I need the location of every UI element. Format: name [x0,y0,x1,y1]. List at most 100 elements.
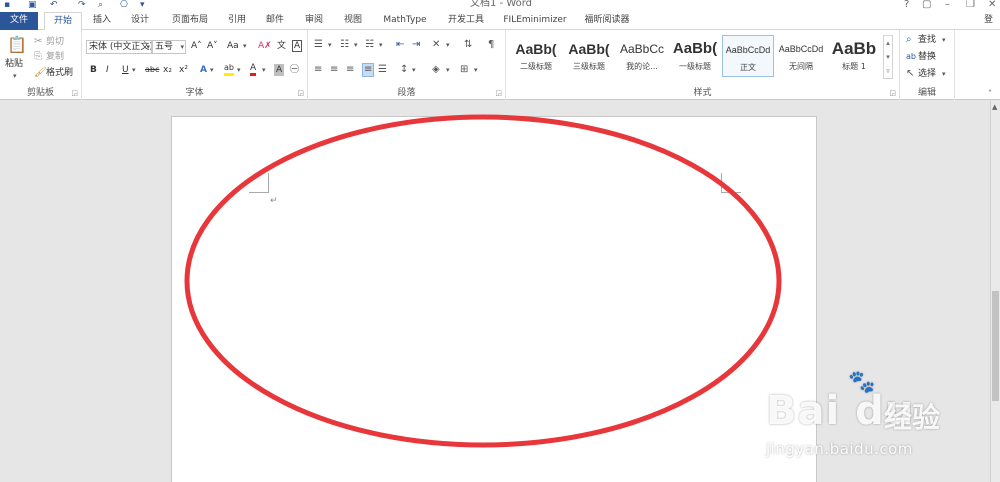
text-effects-dropdown-icon[interactable]: ▾ [210,64,214,76]
replace-button[interactable]: 替换 [918,51,936,63]
multilevel-dropdown-icon[interactable]: ▾ [379,39,383,51]
scroll-up-icon[interactable]: ▲ [992,103,997,111]
bullets-icon[interactable]: ☰ [314,39,323,51]
shrink-font-button[interactable]: A˅ [207,40,218,52]
copy-icon[interactable]: ⎘ [34,51,42,63]
sort-icon[interactable]: ⇅ [464,39,472,51]
increase-indent-icon[interactable]: ⇥ [412,39,420,51]
font-launcher-icon[interactable]: ◲ [297,89,304,97]
grow-font-button[interactable]: A˄ [191,40,202,52]
tab-fileminimizer[interactable]: FILEminimizer [502,12,568,30]
tab-design[interactable]: 设计 [128,12,152,30]
italic-button[interactable]: I [106,64,109,76]
paragraph-launcher-icon[interactable]: ◲ [495,89,502,97]
align-right-icon[interactable]: ≡ [346,64,354,76]
style-heading-2[interactable]: AaBb( 二级标题 [510,35,562,77]
restore-icon[interactable]: ❐ [966,0,975,10]
gallery-down-icon[interactable]: ▾ [884,50,892,64]
ribbon-display-icon[interactable]: ▢ [922,0,931,10]
gallery-up-icon[interactable]: ▴ [884,36,892,50]
shading-dropdown-icon[interactable]: ▾ [446,64,450,76]
strikethrough-button[interactable]: abc [145,64,159,76]
multilevel-list-icon[interactable]: ☵ [365,39,374,51]
font-color-button[interactable]: A [250,63,257,76]
bullets-dropdown-icon[interactable]: ▾ [328,39,332,51]
tab-view[interactable]: 视图 [341,12,365,30]
enclose-characters-button[interactable]: ㊀ [290,64,299,76]
tab-references[interactable]: 引用 [225,12,249,30]
clipboard-launcher-icon[interactable]: ◲ [71,89,78,97]
document-page[interactable]: ↵ [171,116,817,482]
tab-insert[interactable]: 插入 [90,12,114,30]
superscript-button[interactable]: x² [179,64,188,76]
decrease-indent-icon[interactable]: ⇤ [396,39,404,51]
tab-developer[interactable]: 开发工具 [444,12,488,30]
subscript-button[interactable]: x₂ [163,64,172,76]
find-button[interactable]: 查找 [918,34,936,46]
change-case-button[interactable]: Aa [227,40,239,52]
copy-button[interactable]: 复制 [46,51,64,63]
bold-button[interactable]: B [90,64,97,76]
format-painter-button[interactable]: 格式刷 [46,67,73,79]
font-name-dropdown-icon[interactable]: ▾ [146,41,150,53]
tab-file[interactable]: 文件 [0,12,38,30]
justify-icon[interactable]: ≡ [362,63,375,77]
redo-icon[interactable]: ↷ [78,0,86,10]
change-case-dropdown-icon[interactable]: ▾ [243,40,247,52]
style-my-thesis[interactable]: AaBbCc 我的论... [616,35,668,77]
paste-button[interactable]: 粘贴 [5,58,23,70]
font-size-combo[interactable]: 五号 ▾ [152,40,186,54]
print-preview-icon[interactable]: ⌕ [98,0,103,10]
character-shading-button[interactable]: A [274,64,285,76]
style-heading-3[interactable]: AaBb( 三级标题 [563,35,615,77]
clear-format-button[interactable]: A✗ [258,40,272,52]
numbering-icon[interactable]: ☷ [340,39,349,51]
font-name-combo[interactable]: 宋体 (中文正文) ▾ [86,40,152,54]
undo-icon[interactable]: ↶ [50,0,58,10]
minimize-icon[interactable]: – [945,0,950,10]
chinese-layout-icon[interactable]: ✕ [432,39,440,51]
vertical-scrollbar[interactable]: ▲ [990,101,1000,482]
tab-mathtype[interactable]: MathType [380,12,430,30]
find-icon[interactable]: ⌕ [906,34,912,46]
find-dropdown-icon[interactable]: ▾ [942,34,946,46]
highlight-button[interactable]: ab [224,63,234,76]
font-color-dropdown-icon[interactable]: ▾ [262,64,266,76]
style-heading-1-custom[interactable]: AaBb( 一级标题 [669,35,721,77]
custom-command-icon[interactable]: ⎔ [120,0,128,10]
cut-button[interactable]: 剪切 [46,36,64,48]
quick-save-icon[interactable]: ▣ [28,0,37,10]
save-icon[interactable]: ▪ [4,0,10,10]
text-effects-button[interactable]: A [200,64,207,76]
style-heading-1[interactable]: AaBb 标题 1 [828,35,880,77]
select-dropdown-icon[interactable]: ▾ [942,68,946,80]
replace-icon[interactable]: ab [906,51,916,63]
paste-dropdown-icon[interactable]: ▾ [13,70,17,82]
align-left-icon[interactable]: ≡ [314,64,322,76]
paste-icon[interactable]: 📋 [7,36,27,54]
character-border-button[interactable]: A [292,40,303,52]
highlight-dropdown-icon[interactable]: ▾ [237,64,241,76]
customize-qat-icon[interactable]: ▾ [140,0,145,10]
borders-dropdown-icon[interactable]: ▾ [474,64,478,76]
help-icon[interactable]: ? [904,0,909,10]
distributed-icon[interactable]: ☰ [378,64,387,76]
close-icon[interactable]: ✕ [988,0,996,10]
show-marks-icon[interactable]: ¶ [488,39,494,51]
tab-home[interactable]: 开始 [44,12,82,31]
tab-foxit-reader[interactable]: 福昕阅读器 [582,12,632,30]
collapse-ribbon-icon[interactable]: ˄ [988,88,992,100]
align-center-icon[interactable]: ≡ [330,64,338,76]
scrollbar-thumb[interactable] [992,291,999,401]
style-normal[interactable]: AaBbCcDd 正文 [722,35,774,77]
gallery-more-icon[interactable]: ▿ [884,64,892,78]
tab-page-layout[interactable]: 页面布局 [168,12,212,30]
select-button[interactable]: 选择 [918,68,936,80]
underline-dropdown-icon[interactable]: ▾ [132,64,136,76]
line-spacing-icon[interactable]: ↕ [400,64,408,76]
styles-launcher-icon[interactable]: ◲ [889,89,896,97]
phonetic-guide-button[interactable]: 文 [277,40,286,52]
numbering-dropdown-icon[interactable]: ▾ [354,39,358,51]
tab-mailings[interactable]: 邮件 [263,12,287,30]
borders-icon[interactable]: ⊞ [460,64,468,76]
